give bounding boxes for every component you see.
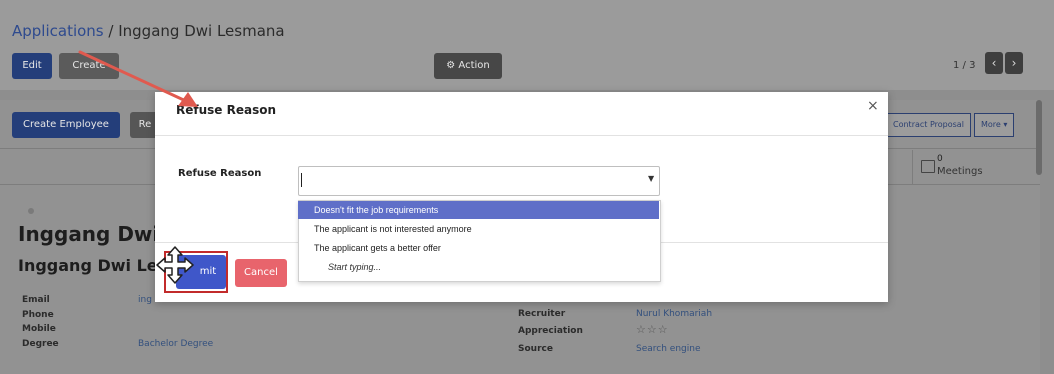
breadcrumb-applications-link[interactable]: Applications — [12, 22, 104, 40]
refuse-reason-field-label: Refuse Reason — [178, 168, 262, 179]
phone-label: Phone — [22, 310, 54, 320]
dialog-header-divider — [155, 135, 888, 136]
stage-contract-proposal[interactable]: Contract Proposal — [886, 113, 971, 137]
cancel-button[interactable]: Cancel — [235, 259, 287, 287]
priority-icon[interactable] — [28, 208, 34, 214]
dropdown-option[interactable]: The applicant gets a better offer — [298, 239, 659, 257]
email-label: Email — [22, 295, 50, 305]
degree-value[interactable]: Bachelor Degree — [138, 339, 213, 349]
pager-value[interactable]: 1 / 3 — [953, 60, 975, 71]
action-label: Action — [458, 60, 490, 71]
source-label: Source — [518, 344, 553, 354]
text-caret — [301, 173, 302, 187]
breadcrumb-current: Inggang Dwi Lesmana — [118, 22, 285, 40]
action-button[interactable]: ⚙ Action — [434, 53, 502, 79]
meetings-smart-button[interactable]: 0 Meetings — [912, 150, 1029, 184]
dropdown-option[interactable]: Doesn't fit the job requirements — [298, 201, 659, 219]
email-value[interactable]: ing — [138, 295, 152, 305]
recruiter-label: Recruiter — [518, 309, 566, 319]
stage-more[interactable]: More ▾ — [974, 113, 1015, 137]
refuse-reason-select[interactable] — [298, 166, 660, 196]
edit-button[interactable]: Edit — [12, 53, 52, 79]
appreciation-label: Appreciation — [518, 326, 583, 336]
calendar-icon — [921, 160, 935, 173]
stage-more-label: More — [981, 120, 1001, 129]
annotation-arrow — [78, 50, 198, 107]
mobile-label: Mobile — [22, 324, 56, 334]
chevron-left-icon[interactable]: ‹ — [985, 52, 1003, 74]
move-cursor-icon — [156, 246, 194, 284]
breadcrumb: Applications / Inggang Dwi Lesmana — [12, 22, 285, 40]
star-icon[interactable]: ☆☆☆ — [636, 323, 669, 336]
caret-down-icon[interactable]: ▼ — [648, 174, 654, 183]
recruiter-value[interactable]: Nurul Khomariah — [636, 309, 712, 319]
source-value[interactable]: Search engine — [636, 344, 700, 354]
meetings-label: Meetings — [937, 166, 983, 177]
breadcrumb-separator: / — [103, 22, 119, 40]
page-scrollbar[interactable] — [1036, 100, 1042, 175]
gear-icon: ⚙ — [446, 60, 456, 71]
meetings-count: 0 — [937, 154, 943, 164]
dropdown-option[interactable]: The applicant is not interested anymore — [298, 220, 659, 238]
chevron-right-icon[interactable]: › — [1005, 52, 1023, 74]
degree-label: Degree — [22, 339, 59, 349]
close-icon[interactable]: × — [867, 98, 879, 114]
dropdown-hint: Start typing... — [328, 262, 382, 272]
chevron-down-icon: ▾ — [1003, 120, 1008, 129]
